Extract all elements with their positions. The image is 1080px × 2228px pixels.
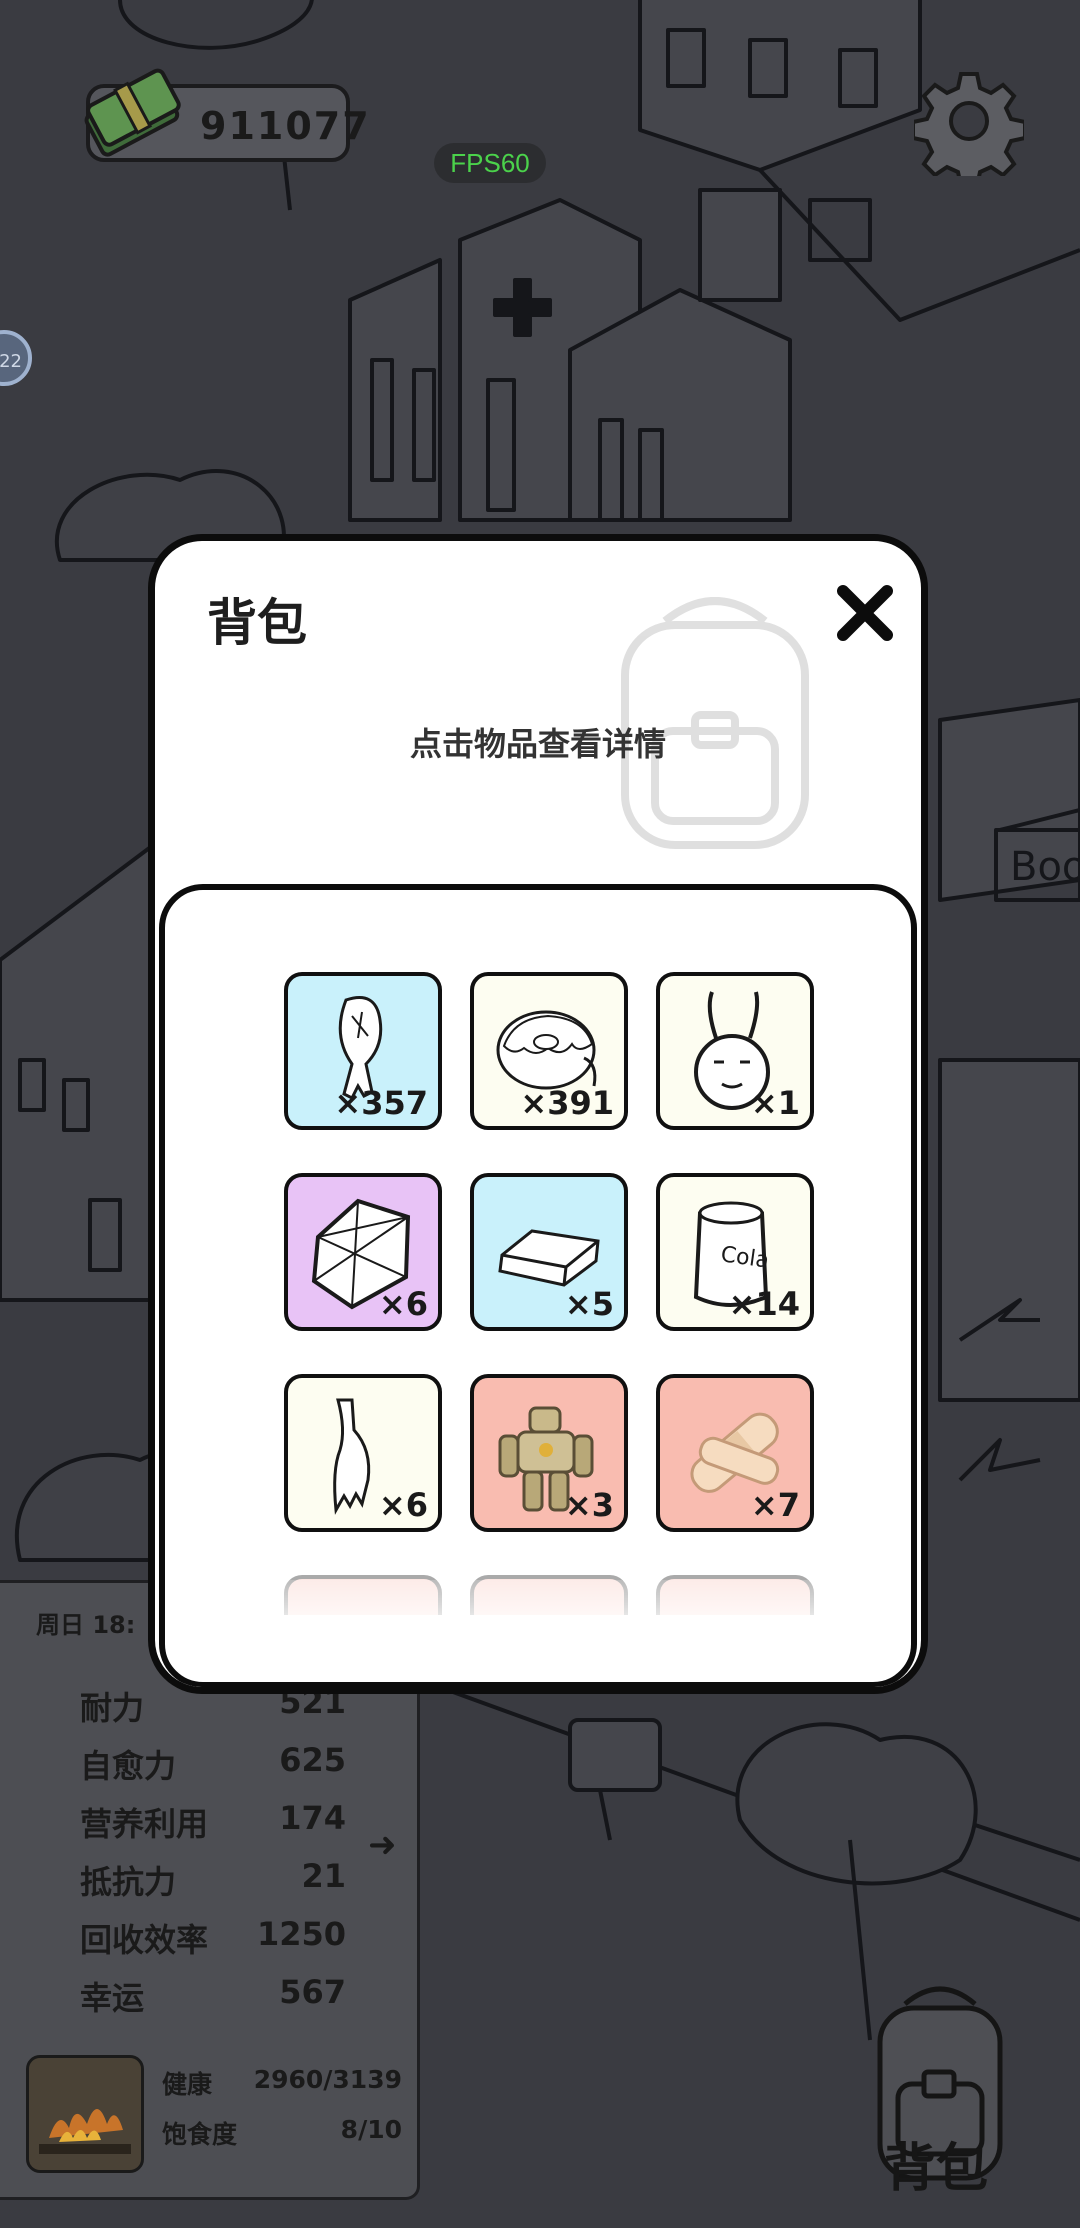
item-quantity: ×3	[564, 1486, 614, 1524]
stat-row: 营养利用 174	[80, 1799, 346, 1849]
stat-row: 抵抗力 21	[80, 1857, 346, 1907]
item-quantity: ×1	[750, 1084, 800, 1122]
scroll-fade	[225, 1580, 865, 1660]
money-counter: 911077	[84, 68, 369, 162]
fps-counter: FPS60	[434, 143, 546, 183]
item-quantity: ×6	[378, 1285, 428, 1323]
item-quantity: ×391	[520, 1084, 614, 1122]
stat-label: 幸运	[80, 1979, 145, 2017]
modal-title: 背包	[207, 594, 307, 652]
backpack-button-label[interactable]: 背包	[884, 2126, 988, 2201]
campfire-avatar[interactable]	[26, 2055, 144, 2173]
item-quantity: ×7	[750, 1486, 800, 1524]
close-icon[interactable]	[833, 581, 897, 645]
stat-label: 自愈力	[80, 1747, 177, 1785]
vital-value: 2960/3139	[253, 2065, 402, 2094]
vital-label: 饱食度	[162, 2120, 238, 2149]
item-slot-crystal[interactable]: ×6	[284, 1173, 442, 1331]
item-slot-mech-robot[interactable]: ×3	[470, 1374, 628, 1532]
cash-stack-icon	[84, 68, 181, 157]
campfire-icon	[29, 2058, 141, 2170]
svg-text:Boo: Boo	[1010, 844, 1080, 890]
item-quantity: ×5	[564, 1285, 614, 1323]
item-slot-bandage[interactable]: ×7	[656, 1374, 814, 1532]
stat-value: 174	[279, 1799, 346, 1837]
item-quantity: ×6	[378, 1486, 428, 1524]
vital-row: 饱食度 8/10	[162, 2115, 402, 2151]
item-slot-silver-bar[interactable]: ×5	[470, 1173, 628, 1331]
stat-label: 回收效率	[80, 1921, 209, 1959]
day-time-label: 周日 18:	[36, 1611, 136, 1639]
backpack-modal: 背包 点击物品查看详情 ×357 ×391 ×1 ×6 ×5 Cola ×14 …	[148, 534, 928, 1694]
stat-row: 自愈力 625	[80, 1741, 346, 1791]
vital-label: 健康	[162, 2070, 213, 2099]
settings-gear-icon[interactable]	[914, 66, 1024, 176]
expand-arrow-icon[interactable]: ➜	[368, 1825, 397, 1865]
money-value: 911077	[200, 104, 371, 148]
vital-row: 健康 2960/3139	[162, 2065, 402, 2101]
item-slot-chicken-leg[interactable]: ×357	[284, 972, 442, 1130]
stat-row: 幸运 567	[80, 1973, 346, 2023]
stat-label: 耐力	[80, 1689, 145, 1727]
stat-value: 1250	[256, 1915, 346, 1953]
stat-label: 营养利用	[80, 1805, 209, 1843]
stat-row: 回收效率 1250	[80, 1915, 346, 1965]
stat-value: 625	[279, 1741, 346, 1779]
item-slot-cola-can[interactable]: Cola ×14	[656, 1173, 814, 1331]
modal-hint: 点击物品查看详情	[409, 725, 666, 763]
vital-value: 8/10	[340, 2115, 402, 2144]
item-quantity: ×14	[728, 1285, 800, 1323]
item-slot-antenna-creature[interactable]: ×1	[656, 972, 814, 1130]
item-slot-donut[interactable]: ×391	[470, 972, 628, 1130]
stat-label: 抵抗力	[80, 1863, 177, 1901]
stat-value: 21	[301, 1857, 346, 1895]
item-slot-broken-bottle[interactable]: ×6	[284, 1374, 442, 1532]
item-quantity: ×357	[334, 1084, 428, 1122]
stat-value: 567	[279, 1973, 346, 2011]
inventory-grid: ×357 ×391 ×1 ×6 ×5 Cola ×14 ×6 ×3 ×7	[159, 884, 917, 1687]
